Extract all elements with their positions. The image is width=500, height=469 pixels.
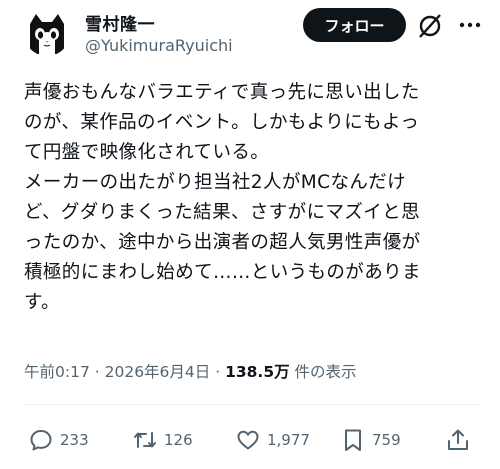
repost-button[interactable]: 126: [132, 427, 193, 453]
divider: [24, 404, 480, 405]
action-bar: 233 126 1,977 759: [0, 419, 500, 463]
reply-count: 233: [60, 431, 89, 449]
reply-button[interactable]: 233: [28, 427, 89, 453]
display-name[interactable]: 雪村隆一: [85, 10, 155, 35]
bookmark-icon: [345, 429, 361, 451]
tweet-line: のが、某作品のイベント。しかもよりにもよっ: [24, 112, 420, 133]
tweet-header: 雪村隆一 @YukimuraRyuichi フォロー: [0, 0, 500, 64]
tweet-line: ど、グダりまくった結果、さすがにマズイと思: [24, 202, 420, 223]
tweet-meta: 午前0:17 · 2026年6月4日 · 138.5万 件の表示: [24, 360, 357, 382]
share-button[interactable]: [445, 427, 471, 453]
tweet-line: メーカーの出たがり担当社2人がMCなんだけ: [24, 172, 407, 193]
more-icon[interactable]: [459, 21, 481, 29]
meta-separator: ·: [94, 363, 105, 381]
tweet-line: ったのか、途中から出演者の超人気男性声優が: [24, 232, 421, 253]
heart-icon: [237, 430, 259, 450]
cat-avatar-icon[interactable]: [24, 10, 70, 56]
tweet-time[interactable]: 午前0:17: [24, 363, 90, 381]
tweet-text: 声優おもんなバラエティで真っ先に思い出した のが、某作品のイベント。しかもよりに…: [24, 78, 484, 318]
repost-count: 126: [164, 431, 193, 449]
like-button[interactable]: 1,977: [235, 427, 310, 453]
reply-icon: [30, 430, 52, 451]
tweet-line: 積極的にまわし始めて……というものがありま: [24, 262, 421, 283]
follow-button[interactable]: フォロー: [303, 8, 406, 42]
bookmark-button[interactable]: 759: [340, 427, 401, 453]
bookmark-count: 759: [372, 431, 401, 449]
tweet-line: て円盤で映像化されている。: [24, 142, 270, 163]
views-count[interactable]: 138.5万: [225, 363, 290, 381]
tweet-date[interactable]: 2026年6月4日: [105, 363, 211, 381]
tweet-line: す。: [24, 292, 60, 313]
views-label: 件の表示: [294, 363, 357, 381]
user-handle[interactable]: @YukimuraRyuichi: [85, 36, 233, 55]
meta-separator: ·: [215, 363, 226, 381]
grok-icon[interactable]: [417, 13, 443, 39]
repost-icon: [134, 432, 156, 448]
share-icon: [448, 429, 468, 450]
like-count: 1,977: [267, 431, 310, 449]
tweet-line: 声優おもんなバラエティで真っ先に思い出した: [24, 82, 420, 103]
